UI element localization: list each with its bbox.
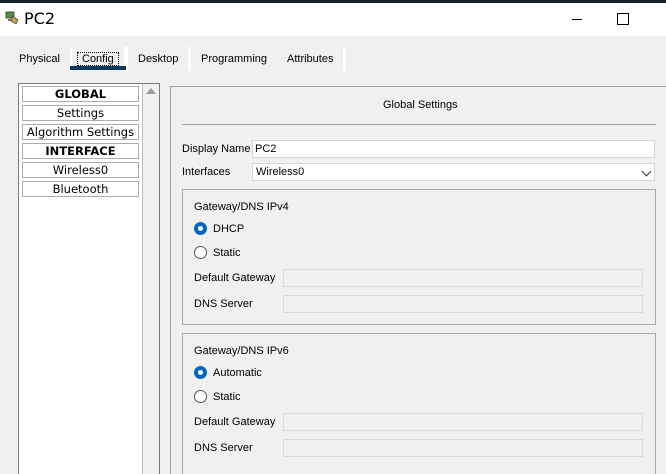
- ipv4-default-gateway-label: Default Gateway: [194, 272, 276, 284]
- ipv4-static-radio[interactable]: [194, 246, 207, 259]
- ipv6-automatic-radio[interactable]: [194, 366, 207, 379]
- title-bar[interactable]: PC2: [0, 3, 666, 36]
- tab-programming[interactable]: Programming: [191, 47, 278, 71]
- tab-physical[interactable]: Physical: [9, 47, 70, 71]
- pc-app-icon: [5, 11, 19, 25]
- sidebar-item-settings[interactable]: Settings: [22, 105, 139, 121]
- chevron-down-icon: [641, 166, 652, 177]
- ipv4-group-title: Gateway/DNS IPv4: [194, 201, 289, 213]
- sidebar-header-interface: INTERFACE: [22, 143, 139, 159]
- scroll-up-icon[interactable]: [146, 88, 156, 94]
- ipv4-dhcp-radio[interactable]: [194, 222, 207, 235]
- ipv6-static-radio[interactable]: [194, 390, 207, 403]
- ipv4-static-label[interactable]: Static: [213, 247, 241, 259]
- active-tab-indicator: [70, 66, 126, 70]
- ipv4-dns-server-input[interactable]: [283, 295, 643, 313]
- config-sidebar: GLOBAL Settings Algorithm Settings INTER…: [18, 83, 160, 474]
- tab-desktop[interactable]: Desktop: [128, 47, 189, 71]
- maximize-icon[interactable]: [614, 11, 630, 27]
- interfaces-label: Interfaces: [182, 166, 231, 178]
- sidebar-item-algorithm-settings[interactable]: Algorithm Settings: [22, 124, 139, 140]
- ipv4-dhcp-label[interactable]: DHCP: [213, 223, 244, 235]
- sidebar-header-global: GLOBAL: [22, 86, 139, 102]
- ipv6-default-gateway-input[interactable]: [283, 413, 643, 431]
- panel-title: Global Settings: [383, 99, 458, 111]
- sidebar-list: GLOBAL Settings Algorithm Settings INTER…: [19, 84, 143, 474]
- display-name-input[interactable]: PC2: [252, 140, 655, 158]
- sidebar-item-wireless0[interactable]: Wireless0: [22, 162, 139, 178]
- window-title: PC2: [24, 9, 55, 28]
- ipv6-group-title: Gateway/DNS IPv6: [194, 345, 289, 357]
- ipv6-dns-server-label: DNS Server: [194, 442, 253, 454]
- sidebar-scrollbar[interactable]: [143, 84, 159, 474]
- ipv6-automatic-label[interactable]: Automatic: [213, 367, 262, 379]
- interfaces-select[interactable]: Wireless0: [252, 163, 655, 181]
- ipv4-dns-server-label: DNS Server: [194, 298, 253, 310]
- interfaces-select-value: Wireless0: [256, 166, 305, 178]
- minimize-icon[interactable]: [570, 11, 586, 27]
- tab-attributes[interactable]: Attributes: [277, 47, 344, 71]
- ipv6-static-label[interactable]: Static: [213, 391, 241, 403]
- divider: [182, 124, 656, 125]
- sidebar-item-bluetooth[interactable]: Bluetooth: [22, 181, 139, 197]
- ipv4-default-gateway-input[interactable]: [283, 269, 643, 287]
- display-name-label: Display Name: [182, 143, 251, 155]
- ipv6-dns-server-input[interactable]: [283, 439, 643, 457]
- ipv6-default-gateway-label: Default Gateway: [194, 416, 276, 428]
